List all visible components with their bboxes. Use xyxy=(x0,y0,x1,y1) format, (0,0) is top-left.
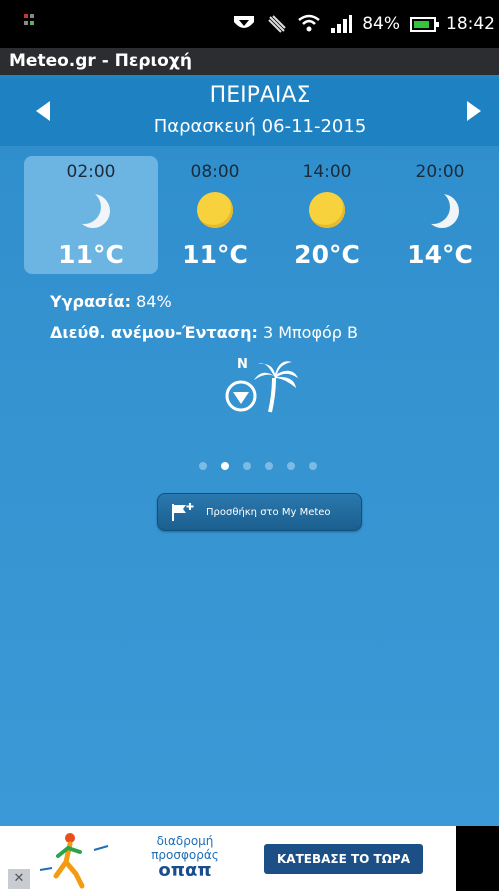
app-title: Meteo.gr - Περιοχή xyxy=(9,51,192,71)
page-dot-active[interactable] xyxy=(221,462,229,470)
wind-compass-icon: N xyxy=(225,357,298,413)
ad-banner[interactable]: διαδρομή προσφοράς οπαπ ΚΑΤΕΒΑΣΕ ΤΟ ΤΩΡΑ… xyxy=(0,826,456,891)
notification-icon xyxy=(24,14,34,25)
page-dot[interactable] xyxy=(243,462,251,470)
ad-text: διαδρομή προσφοράς οπαπ xyxy=(140,834,230,880)
slot-time: 02:00 xyxy=(66,162,116,182)
runner-logo-icon xyxy=(39,833,109,889)
vibrate-icon xyxy=(268,15,286,33)
ad-line1: διαδρομή xyxy=(156,834,214,848)
location-header: ΠΕΙΡΑΙΑΣ Παρασκευή 06-11-2015 xyxy=(0,78,499,146)
compass-north-letter: N xyxy=(237,357,248,372)
page-dot[interactable] xyxy=(265,462,273,470)
slot-time: 20:00 xyxy=(415,162,465,182)
page-dot[interactable] xyxy=(287,462,295,470)
page-indicator xyxy=(199,462,317,470)
ad-side-gap xyxy=(456,826,499,891)
forecast-date: Παρασκευή 06-11-2015 xyxy=(153,116,367,137)
city-name: ΠΕΙΡΑΙΑΣ xyxy=(209,83,311,108)
ad-brand: οπαπ xyxy=(158,860,212,881)
page-dot[interactable] xyxy=(199,462,207,470)
wifi-icon xyxy=(298,14,320,32)
wind-label: Διεύθ. ανέμου-Ένταση: xyxy=(50,323,258,342)
sun-icon xyxy=(197,192,233,228)
add-to-my-meteo-button[interactable]: Προσθήκη στο My Meteo xyxy=(157,493,362,531)
main-content: ΠΕΙΡΑΙΑΣ Παρασκευή 06-11-2015 02:00 11°C… xyxy=(0,78,499,826)
app-title-bar: Meteo.gr - Περιοχή xyxy=(0,48,499,78)
battery-icon xyxy=(410,16,439,32)
sun-icon xyxy=(309,192,345,228)
signal-icon xyxy=(331,15,353,33)
battery-percent: 84% xyxy=(362,14,400,34)
flag-plus-icon xyxy=(172,503,194,521)
humidity-row: Υγρασία: 84% xyxy=(50,292,172,311)
forecast-slot[interactable]: 02:00 11°C xyxy=(24,156,158,274)
humidity-label: Υγρασία: xyxy=(50,292,132,311)
close-icon[interactable]: ✕ xyxy=(8,869,30,889)
status-bar: 84% 18:42 xyxy=(0,0,499,48)
next-location-arrow-icon[interactable] xyxy=(467,101,481,121)
moon-icon xyxy=(73,192,109,228)
add-button-label: Προσθήκη στο My Meteo xyxy=(206,506,331,518)
slot-temperature: 14°C xyxy=(407,240,473,269)
forecast-slot[interactable]: 20:00 14°C xyxy=(373,156,499,274)
moon-icon xyxy=(422,192,458,228)
page-dot[interactable] xyxy=(309,462,317,470)
wind-row: Διεύθ. ανέμου-Ένταση: 3 Μποφόρ Β xyxy=(50,323,358,342)
humidity-value: 84% xyxy=(136,292,172,311)
clock: 18:42 xyxy=(446,14,495,34)
ad-download-button[interactable]: ΚΑΤΕΒΑΣΕ ΤΟ ΤΩΡΑ xyxy=(264,844,423,874)
shield-icon xyxy=(234,16,255,28)
slot-temperature: 11°C xyxy=(58,240,124,269)
wind-value: 3 Μποφόρ Β xyxy=(262,323,359,342)
